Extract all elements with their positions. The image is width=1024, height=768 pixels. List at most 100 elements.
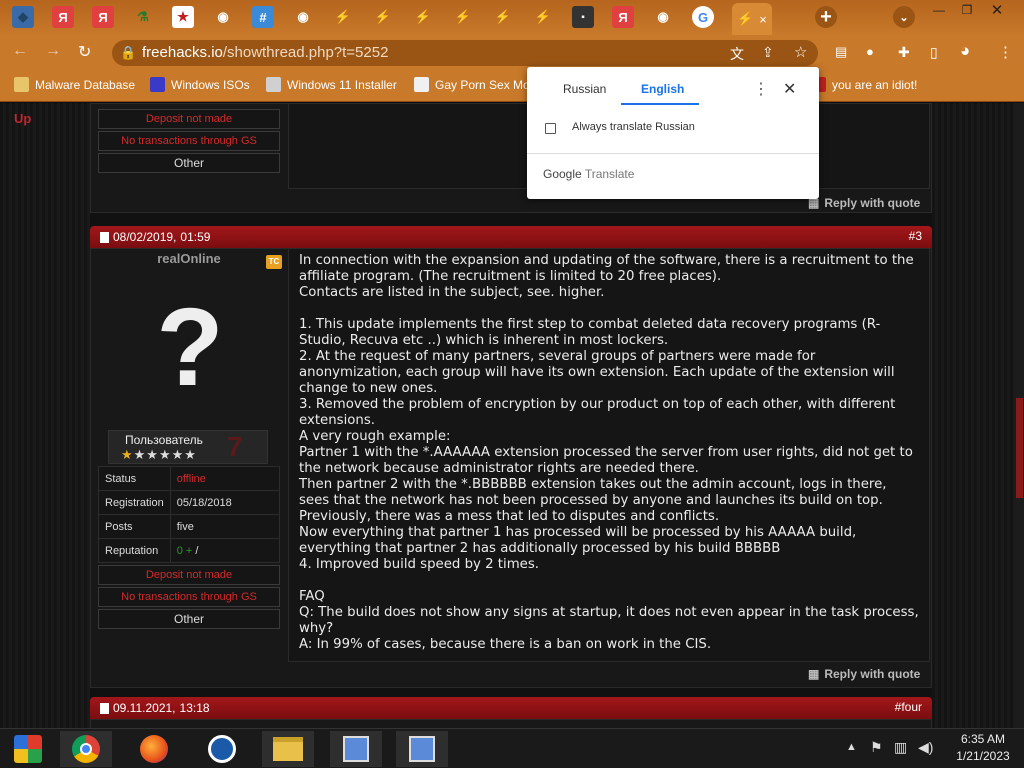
minimize-button[interactable]: — xyxy=(925,0,953,20)
translate-close-icon[interactable]: ✕ xyxy=(783,79,796,99)
always-translate-label[interactable]: Always translate Russian xyxy=(572,121,695,133)
extensions-puzzle-icon[interactable]: ✚ xyxy=(898,44,910,61)
bookmark-icon xyxy=(818,77,826,92)
back-arrow-icon[interactable]: ← xyxy=(12,42,28,60)
menu-dots-icon[interactable]: ⋮ xyxy=(998,43,1013,61)
info-row-registration: Registration 05/18/2018 xyxy=(98,490,281,515)
post-line: 3. Removed the problem of encryption by … xyxy=(299,397,896,428)
bookmark-icon xyxy=(150,77,165,92)
side-panel-icon[interactable]: ▯ xyxy=(930,44,938,61)
tab-favicon-freehacks[interactable]: ⚡ xyxy=(532,6,554,28)
restore-button[interactable]: ❐ xyxy=(953,0,981,20)
taskbar-file-explorer-icon[interactable] xyxy=(262,731,314,767)
bookmark-link[interactable]: Gay Porn Sex Mo xyxy=(414,77,530,92)
tab-close-icon[interactable]: × xyxy=(759,12,767,27)
post-date: 09.11.2021, 13:18 xyxy=(100,701,210,715)
document-icon xyxy=(100,231,109,243)
bookmark-icon xyxy=(414,77,429,92)
post-line: In connection with the expansion and upd… xyxy=(299,253,914,284)
bookmark-star-icon[interactable]: ☆ xyxy=(794,43,807,61)
tab-favicon-freehacks[interactable]: ⚡ xyxy=(412,6,434,28)
post-line: A: In 99% of cases, because there is a b… xyxy=(299,637,712,652)
tab-favicon-star[interactable]: ★ xyxy=(172,6,194,28)
tab-favicon-freehacks[interactable]: ⚡ xyxy=(332,6,354,28)
url-text[interactable]: freehacks.io/showthread.php?t=5252 xyxy=(142,44,388,61)
post-line: Contacts are listed in the subject, see.… xyxy=(299,285,605,300)
scrollbar-thumb[interactable] xyxy=(1016,398,1023,498)
tab-favicon-globe[interactable]: ◉ xyxy=(652,6,674,28)
close-window-button[interactable]: ✕ xyxy=(983,0,1011,20)
bookmark-windows-11-installer[interactable]: Windows 11 Installer xyxy=(266,77,397,92)
tab-english[interactable]: English xyxy=(641,82,684,96)
info-row-posts: Posts five xyxy=(98,514,281,539)
post-number-link[interactable]: #four xyxy=(895,700,922,714)
reply-with-quote-button[interactable]: ▦ Reply with quote xyxy=(808,196,920,210)
reload-icon[interactable]: ↻ xyxy=(78,42,91,62)
extension-flag-icon[interactable]: ▤ xyxy=(835,44,847,60)
badge-deposit-not-made: Deposit not made xyxy=(98,565,280,585)
username-link[interactable]: realOnline xyxy=(98,251,280,266)
taskbar-installer-icon[interactable] xyxy=(396,731,448,767)
post-line: A very rough example: xyxy=(299,429,451,444)
forward-arrow-icon[interactable]: → xyxy=(45,42,61,60)
share-icon[interactable]: ⇪ xyxy=(762,44,774,61)
tab-favicon-yandex[interactable]: Я xyxy=(612,6,634,28)
tab-active[interactable]: ⚡ × xyxy=(732,3,772,35)
taskbar-installer-icon[interactable] xyxy=(330,731,382,767)
other-button[interactable]: Other xyxy=(98,153,280,173)
tab-underline xyxy=(621,103,699,105)
taskbar-firefox-icon[interactable] xyxy=(128,731,180,767)
tab-favicon-malware[interactable]: ◆ xyxy=(12,6,34,28)
tab-search-chevron-icon[interactable]: ⌄ xyxy=(893,6,915,28)
google-translate-brand: Google Translate xyxy=(543,167,635,181)
document-icon xyxy=(100,702,109,714)
badge-no-transactions: No transactions through GS xyxy=(98,587,280,607)
tray-flag-icon[interactable]: ⚑ xyxy=(870,739,883,756)
user-info-table: Status offline Registration 05/18/2018 Pos… xyxy=(98,466,281,563)
bookmark-you-are-an-idiot[interactable]: you are an idiot! xyxy=(818,77,917,92)
tab-favicon-globe[interactable]: ◉ xyxy=(212,6,234,28)
tab-favicon-terminal[interactable]: ▪ xyxy=(572,6,594,28)
clock-time[interactable]: 6:35 AM xyxy=(950,732,1016,746)
other-button[interactable]: Other xyxy=(98,609,280,629)
translate-icon[interactable]: 文 xyxy=(730,44,744,64)
clock-date[interactable]: 1/21/2023 xyxy=(950,749,1016,763)
start-button[interactable] xyxy=(2,731,54,767)
profile-icon[interactable]: ◕ xyxy=(960,41,970,61)
extension-avatar-icon[interactable]: ● xyxy=(866,44,874,59)
tab-favicon-globe[interactable]: ◉ xyxy=(292,6,314,28)
tab-favicon-hash[interactable]: # xyxy=(252,6,274,28)
taskbar-chrome-icon[interactable] xyxy=(60,731,112,767)
bookmark-malware-database[interactable]: Malware Database xyxy=(14,77,135,92)
up-link[interactable]: Up xyxy=(14,111,31,126)
page-background-right xyxy=(932,103,1024,728)
lock-icon[interactable]: 🔒 xyxy=(120,45,136,61)
avatar-question-icon: ? xyxy=(156,286,224,409)
tab-favicon-google[interactable]: G xyxy=(692,6,714,28)
taskbar-app-icon[interactable] xyxy=(196,731,248,767)
tab-favicon-freehacks[interactable]: ⚡ xyxy=(492,6,514,28)
new-tab-button[interactable]: + xyxy=(815,6,837,28)
tray-volume-icon[interactable]: ◀) xyxy=(918,739,933,756)
post-line: 1. This update implements the first step… xyxy=(299,317,881,348)
translate-menu-icon[interactable]: ⋮ xyxy=(753,79,769,99)
post-number-link[interactable]: #3 xyxy=(909,229,922,243)
bookmark-windows-isos[interactable]: Windows ISOs xyxy=(150,77,250,92)
reply-with-quote-button[interactable]: ▦ Reply with quote xyxy=(808,667,920,681)
post-date: 08/02/2019, 01:59 xyxy=(100,230,210,244)
post-line: Then partner 2 with the *.BBBBBB extensi… xyxy=(299,477,887,508)
post-line: 4. Improved build speed by 2 times. xyxy=(299,557,539,572)
post-line: Now everything that partner 1 has proces… xyxy=(299,525,857,556)
tab-favicon-yandex[interactable]: Я xyxy=(52,6,74,28)
tray-network-icon[interactable]: ▥ xyxy=(894,739,907,756)
tab-favicon-freehacks[interactable]: ⚡ xyxy=(372,6,394,28)
tab-favicon-yandex[interactable]: Я xyxy=(92,6,114,28)
always-translate-checkbox[interactable] xyxy=(545,123,556,134)
tab-russian[interactable]: Russian xyxy=(563,82,606,96)
tab-active-favicon: ⚡ xyxy=(737,11,754,26)
tray-chevron-icon[interactable]: ▲ xyxy=(846,741,857,753)
tab-favicon-flask[interactable]: ⚗ xyxy=(132,6,154,28)
post-line: Partner 1 with the *.AAAAAA extension pr… xyxy=(299,445,913,476)
tab-favicon-freehacks[interactable]: ⚡ xyxy=(452,6,474,28)
web-page: Up Deposit not made No transactions thro… xyxy=(0,103,1024,728)
